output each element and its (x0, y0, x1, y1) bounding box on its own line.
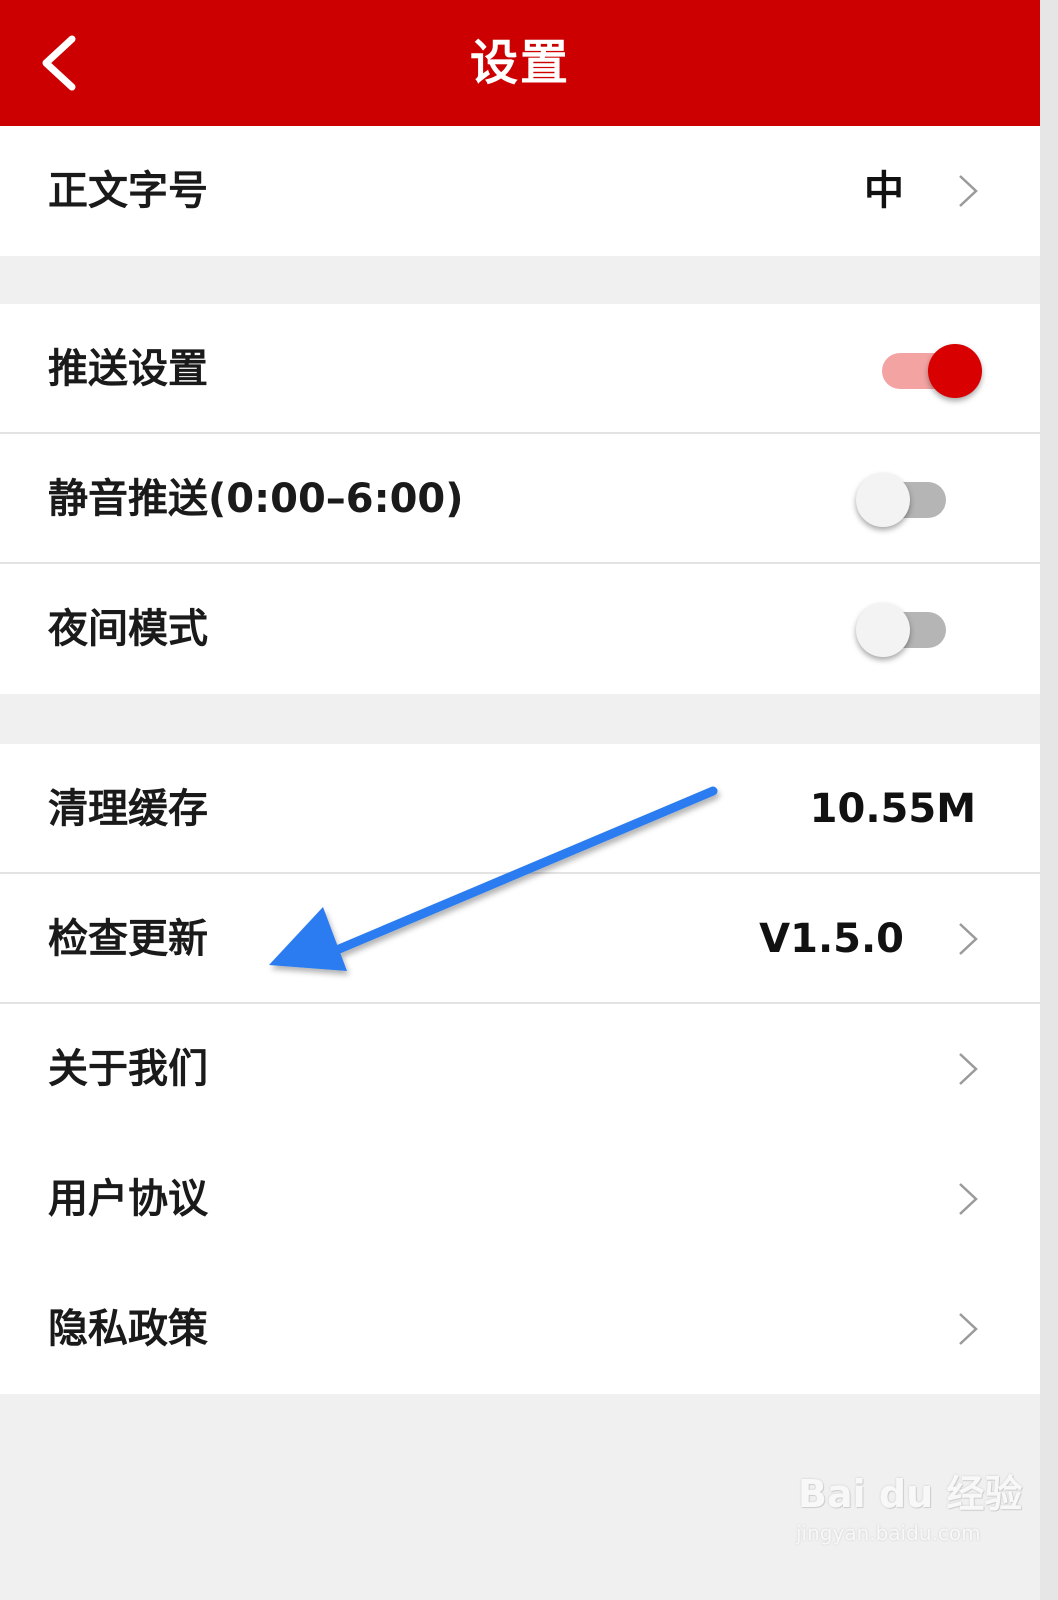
chevron-right-icon (959, 175, 978, 207)
font-size-label: 正文字号 (48, 168, 208, 214)
row-push-settings: 推送设置 (0, 304, 1040, 434)
chevron-right-icon (959, 1313, 978, 1345)
row-mute-push: 静音推送(0:00–6:00) (0, 434, 1040, 564)
mute-push-label: 静音推送(0:00–6:00) (48, 476, 464, 522)
header-bar: 设置 (0, 0, 1040, 126)
user-agreement-label: 用户协议 (48, 1176, 208, 1222)
group-push: 推送设置 静音推送(0:00–6:00) 夜间模式 (0, 304, 1040, 694)
mute-push-toggle[interactable] (856, 465, 956, 535)
night-mode-toggle[interactable] (856, 595, 956, 665)
clear-cache-label: 清理缓存 (48, 786, 208, 832)
baidu-jingyan-watermark: Bai du 经验 jingyan.baidu.com (790, 1455, 1022, 1555)
toggle-knob (856, 473, 910, 527)
push-settings-label: 推送设置 (48, 346, 208, 392)
push-settings-toggle[interactable] (872, 336, 982, 406)
group-display: 正文字号 中 (0, 126, 1040, 256)
watermark-brand: Bai du 经验 (798, 1472, 1023, 1516)
watermark-url: jingyan.baidu.com (796, 1521, 981, 1545)
toggle-knob (856, 603, 910, 657)
privacy-policy-label: 隐私政策 (48, 1306, 208, 1352)
check-update-label: 检查更新 (48, 916, 208, 962)
font-size-value: 中 (864, 168, 904, 214)
right-edge (1040, 0, 1058, 1600)
annotation-arrow-icon (269, 786, 718, 971)
row-night-mode: 夜间模式 (0, 564, 1040, 694)
row-font-size[interactable]: 正文字号 中 (0, 126, 1040, 256)
night-mode-label: 夜间模式 (48, 606, 208, 652)
row-privacy-policy[interactable]: 隐私政策 (0, 1264, 1040, 1394)
toggle-knob (928, 344, 982, 398)
about-us-label: 关于我们 (48, 1046, 208, 1092)
page-title: 设置 (469, 35, 570, 91)
row-user-agreement[interactable]: 用户协议 (0, 1134, 1040, 1264)
row-about-us[interactable]: 关于我们 (0, 1004, 1040, 1134)
chevron-right-icon (959, 1183, 978, 1215)
version-value: V1.5.0 (759, 916, 904, 962)
chevron-right-icon (959, 923, 978, 955)
chevron-right-icon (959, 1053, 978, 1085)
cache-size-value: 10.55M (809, 786, 976, 832)
